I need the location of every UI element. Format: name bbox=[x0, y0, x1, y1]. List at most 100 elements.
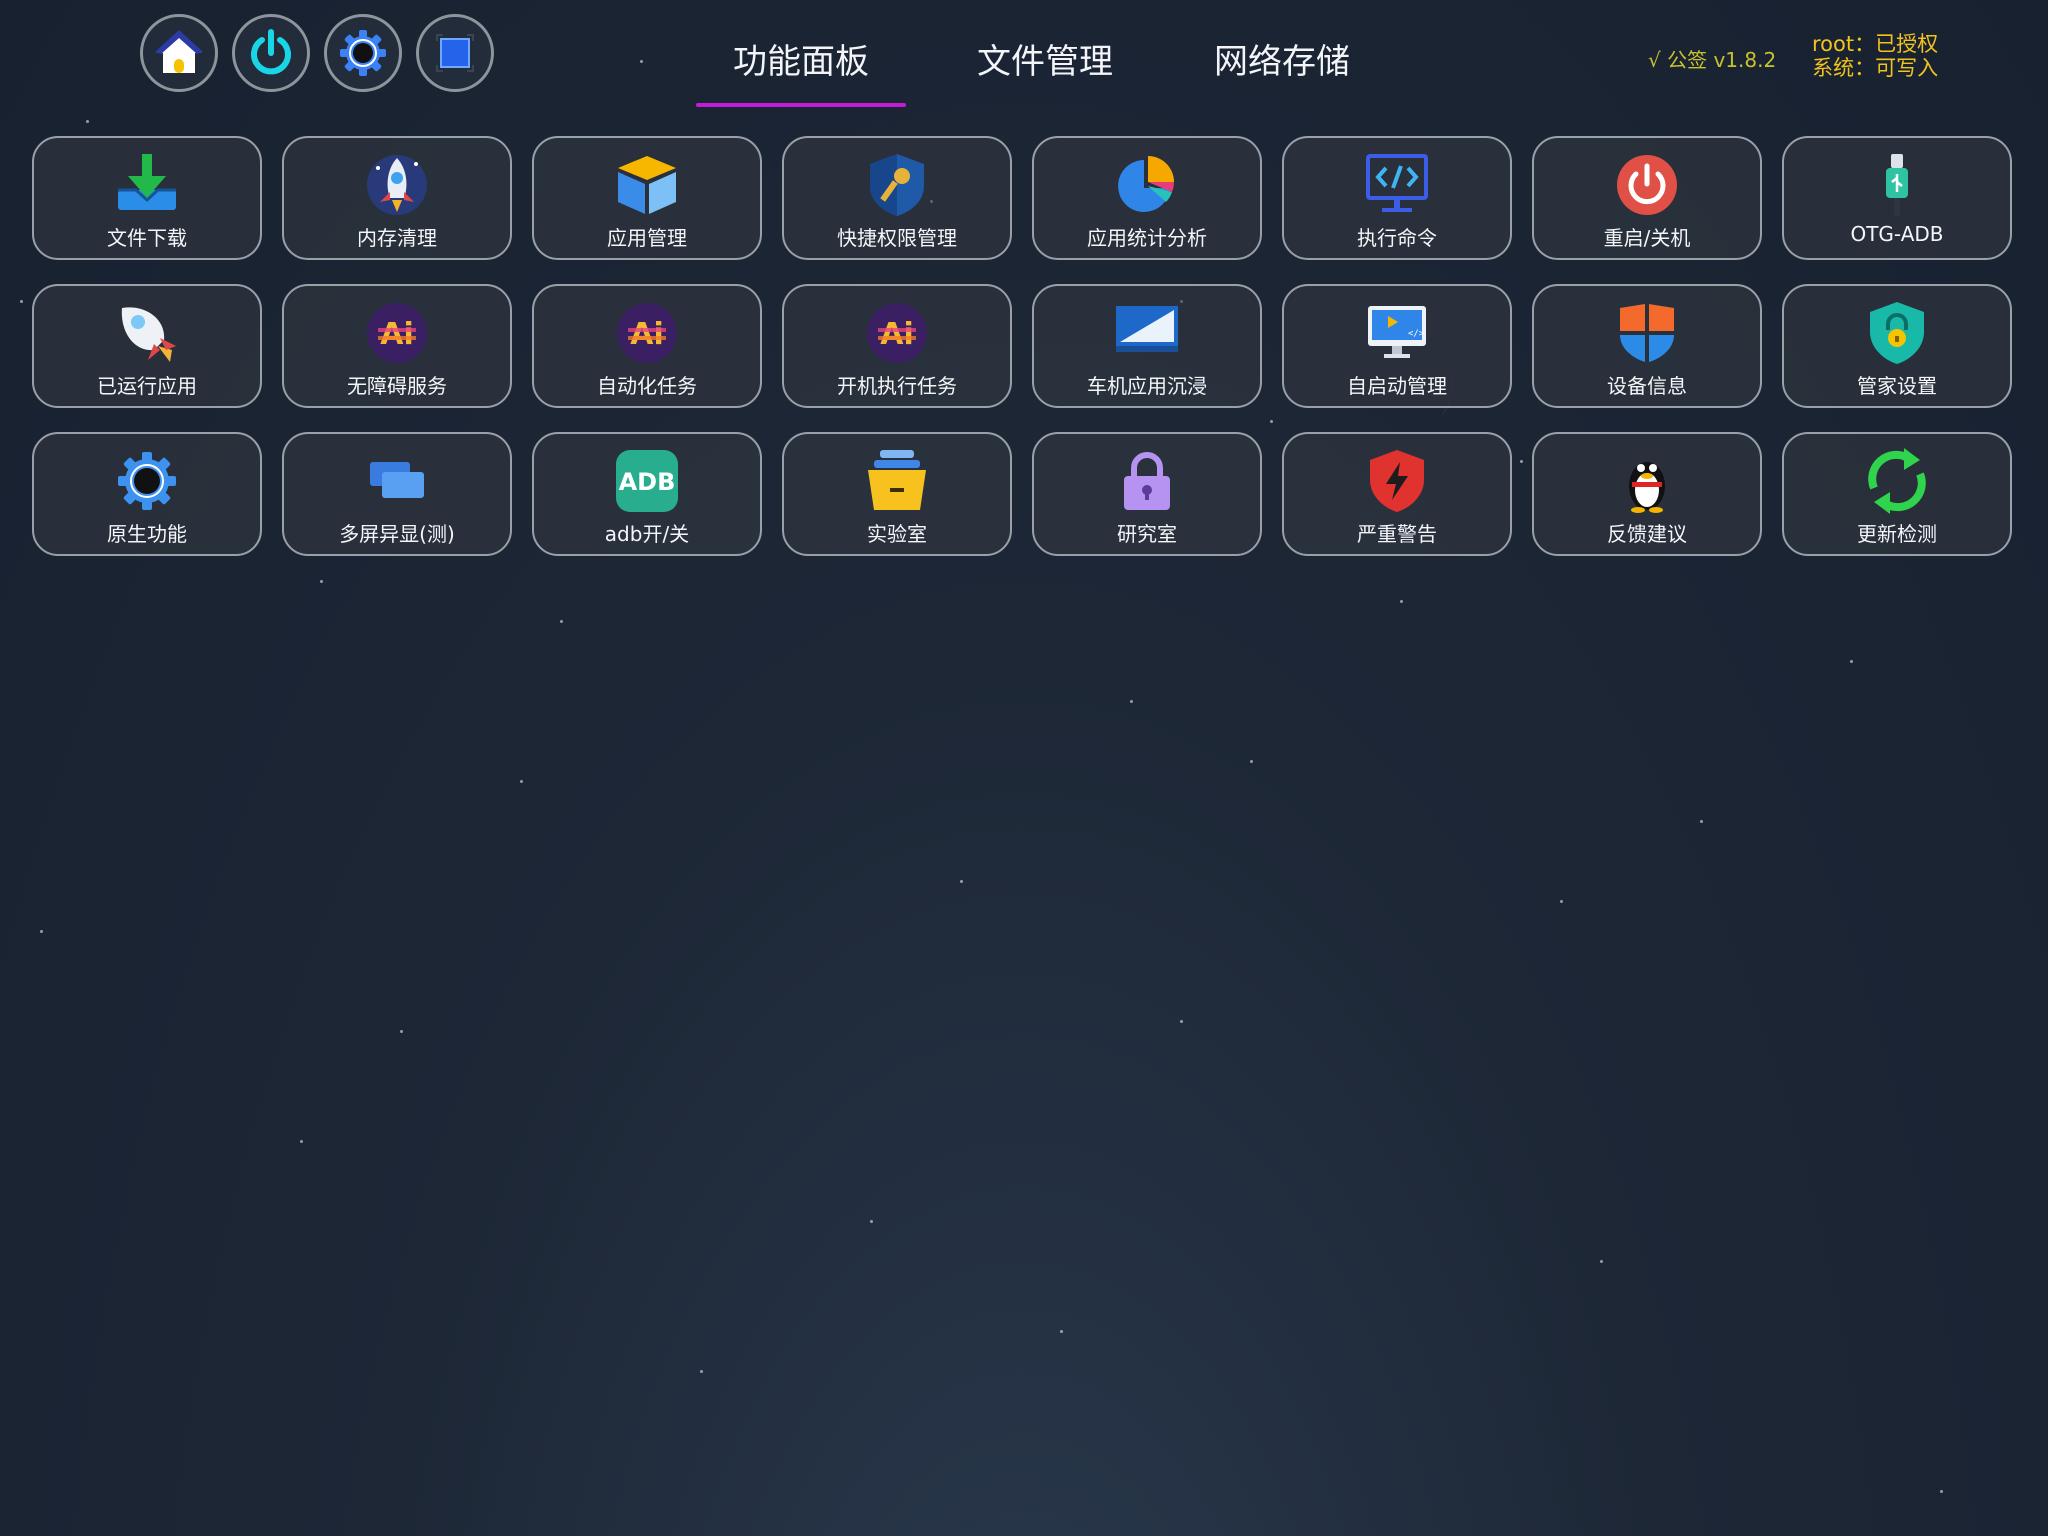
gear-blue-icon bbox=[114, 448, 180, 514]
screen-icon bbox=[436, 34, 474, 72]
function-tile[interactable]: 快捷权限管理 bbox=[782, 136, 1012, 260]
root-status: root：已授权 bbox=[1812, 32, 1939, 56]
function-tile-label: 内存清理 bbox=[357, 226, 437, 250]
display-icon bbox=[1114, 300, 1180, 366]
function-tile-label: 应用统计分析 bbox=[1087, 226, 1207, 250]
windows-shield-icon bbox=[1614, 300, 1680, 366]
tab-function-panel[interactable]: 功能面板 bbox=[696, 34, 906, 107]
star bbox=[960, 880, 963, 883]
ai-icon: Ai bbox=[614, 300, 680, 366]
adb-icon: ADB bbox=[614, 448, 680, 514]
power-button[interactable] bbox=[232, 14, 310, 92]
function-tile[interactable]: 管家设置 bbox=[1782, 284, 2012, 408]
function-tile[interactable]: ADB adb开/关 bbox=[532, 432, 762, 556]
refresh-icon bbox=[1864, 448, 1930, 514]
system-status: 系统：可写入 bbox=[1812, 56, 1939, 80]
star bbox=[400, 1030, 403, 1033]
function-tile-label: adb开/关 bbox=[604, 522, 690, 546]
star bbox=[560, 620, 563, 623]
function-tile[interactable]: 原生功能 bbox=[32, 432, 262, 556]
function-tile-label: 管家设置 bbox=[1857, 374, 1937, 398]
permission-status: root：已授权 系统：可写入 bbox=[1812, 32, 1938, 80]
svg-text:Ai: Ai bbox=[380, 317, 414, 352]
star bbox=[20, 300, 23, 303]
function-tile[interactable]: OTG-ADB bbox=[1782, 136, 2012, 260]
moon-decoration bbox=[1392, 342, 1453, 433]
star bbox=[520, 780, 523, 783]
ai-icon: Ai bbox=[864, 300, 930, 366]
star bbox=[1940, 1490, 1943, 1493]
function-tile-label: 快捷权限管理 bbox=[837, 226, 957, 250]
star bbox=[300, 1140, 303, 1143]
function-tile[interactable]: 严重警告 bbox=[1282, 432, 1512, 556]
function-tile-label: 实验室 bbox=[867, 522, 927, 546]
star bbox=[1400, 600, 1403, 603]
tab-file-manager[interactable]: 文件管理 bbox=[948, 34, 1142, 97]
svg-text:Ai: Ai bbox=[630, 317, 664, 352]
function-tile[interactable]: 文件下载 bbox=[32, 136, 262, 260]
multi-screen-icon bbox=[364, 448, 430, 514]
function-tile-label: 重启/关机 bbox=[1603, 226, 1691, 250]
usb-icon bbox=[1864, 152, 1930, 218]
settings-button[interactable] bbox=[324, 14, 402, 92]
function-tile[interactable]: 设备信息 bbox=[1532, 284, 1762, 408]
function-tile-label: 应用管理 bbox=[607, 226, 687, 250]
function-tile[interactable]: 研究室 bbox=[1032, 432, 1262, 556]
shield-key-icon bbox=[864, 152, 930, 218]
shield-lock-icon bbox=[1864, 300, 1930, 366]
function-tile-label: OTG-ADB bbox=[1850, 222, 1944, 246]
ai-icon: Ai bbox=[364, 300, 430, 366]
screen-button[interactable] bbox=[416, 14, 494, 92]
function-tile[interactable]: Ai 开机执行任务 bbox=[782, 284, 1012, 408]
function-tile[interactable]: Ai 无障碍服务 bbox=[282, 284, 512, 408]
star bbox=[1180, 1020, 1183, 1023]
function-tile[interactable]: 内存清理 bbox=[282, 136, 512, 260]
function-tile-label: 原生功能 bbox=[107, 522, 187, 546]
svg-text:ADB: ADB bbox=[619, 468, 676, 496]
penguin-icon bbox=[1614, 448, 1680, 514]
function-tile-label: 车机应用沉浸 bbox=[1087, 374, 1207, 398]
function-tile-label: 更新检测 bbox=[1857, 522, 1937, 546]
star bbox=[1250, 760, 1253, 763]
star bbox=[320, 580, 323, 583]
star bbox=[1560, 900, 1563, 903]
tab-network-storage[interactable]: 网络存储 bbox=[1190, 34, 1374, 97]
rocket-clean-icon bbox=[364, 152, 430, 218]
function-tile[interactable]: 反馈建议 bbox=[1532, 432, 1762, 556]
star bbox=[40, 930, 43, 933]
function-tile[interactable]: 重启/关机 bbox=[1532, 136, 1762, 260]
function-tile[interactable]: 已运行应用 bbox=[32, 284, 262, 408]
star bbox=[870, 1220, 873, 1223]
star bbox=[1060, 1330, 1063, 1333]
function-tile[interactable]: 执行命令 bbox=[1282, 136, 1512, 260]
function-tile[interactable]: 更新检测 bbox=[1782, 432, 2012, 556]
warning-shield-icon bbox=[1364, 448, 1430, 514]
home-button[interactable] bbox=[140, 14, 218, 92]
svg-text:Ai: Ai bbox=[880, 317, 914, 352]
function-tile[interactable]: 车机应用沉浸 bbox=[1032, 284, 1262, 408]
code-monitor-icon bbox=[1364, 152, 1430, 218]
padlock-icon bbox=[1114, 448, 1180, 514]
function-tile[interactable]: 应用统计分析 bbox=[1032, 136, 1262, 260]
gear-icon bbox=[340, 30, 386, 76]
star bbox=[86, 120, 89, 123]
function-tile[interactable]: 多屏异显(测) bbox=[282, 432, 512, 556]
star bbox=[640, 60, 643, 63]
main-tabs: 功能面板 文件管理 网络存储 bbox=[696, 34, 1374, 107]
star bbox=[1600, 1260, 1603, 1263]
function-tile[interactable]: 实验室 bbox=[782, 432, 1012, 556]
function-tile-label: 研究室 bbox=[1117, 522, 1177, 546]
download-icon bbox=[114, 152, 180, 218]
box-icon bbox=[614, 152, 680, 218]
drawer-icon bbox=[864, 448, 930, 514]
function-grid: 文件下载 内存清理 应用管理 快捷权限管理 应用统计分析 执行命令 重启/关机 OTG-ADB… bbox=[32, 136, 2012, 556]
function-tile[interactable]: Ai 自动化任务 bbox=[532, 284, 762, 408]
function-tile-label: 自动化任务 bbox=[597, 374, 697, 398]
function-tile-label: 严重警告 bbox=[1357, 522, 1437, 546]
function-tile-label: 多屏异显(测) bbox=[339, 522, 455, 546]
function-tile-label: 已运行应用 bbox=[97, 374, 197, 398]
function-tile-label: 无障碍服务 bbox=[347, 374, 447, 398]
function-tile[interactable]: 应用管理 bbox=[532, 136, 762, 260]
star bbox=[1130, 700, 1133, 703]
version-label: √ 公签 v1.8.2 bbox=[1648, 48, 1777, 72]
